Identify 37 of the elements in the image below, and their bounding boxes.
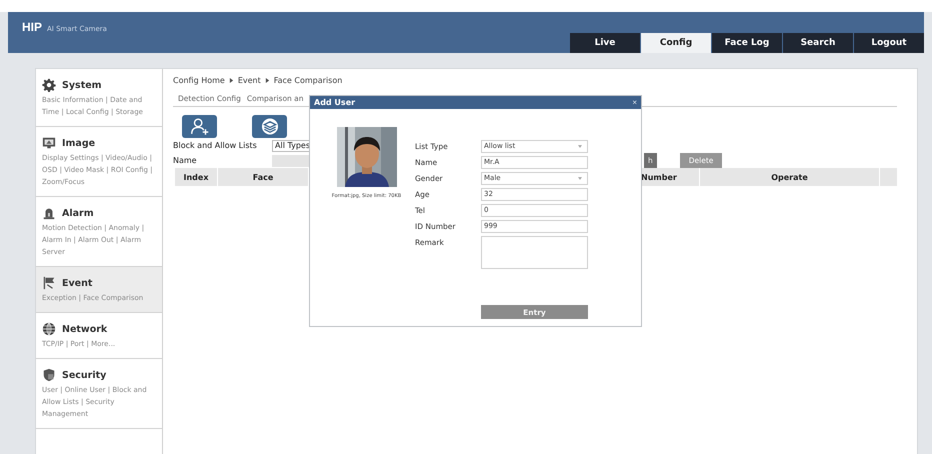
layers-icon bbox=[260, 118, 280, 135]
import-button[interactable] bbox=[252, 115, 287, 138]
monitor-icon bbox=[42, 136, 56, 150]
nav-tab[interactable]: Logout bbox=[854, 33, 924, 53]
breadcrumb-item[interactable]: Event bbox=[238, 76, 261, 84]
name-label: Name bbox=[173, 156, 198, 165]
globe-icon bbox=[42, 322, 56, 336]
gear-icon bbox=[42, 78, 56, 92]
add-user-icon bbox=[188, 118, 210, 135]
caret-icon bbox=[578, 145, 582, 148]
logo: HIP bbox=[22, 20, 42, 34]
flag-icon bbox=[42, 276, 56, 290]
siren-icon bbox=[42, 206, 56, 220]
caret-icon bbox=[578, 177, 582, 180]
list-filter-label: Block and Allow Lists bbox=[173, 141, 258, 150]
section-title: Image bbox=[62, 138, 96, 148]
remark-field[interactable] bbox=[481, 236, 588, 269]
breadcrumb-item[interactable]: Config Home bbox=[173, 76, 225, 84]
column-header: Operate bbox=[700, 168, 880, 186]
section-title: Event bbox=[62, 278, 92, 288]
nav-tab[interactable]: Live bbox=[570, 33, 640, 53]
nav-tab[interactable]: Config bbox=[641, 33, 711, 53]
column-header: Index bbox=[175, 168, 218, 186]
breadcrumb-arrow-icon bbox=[228, 78, 234, 82]
close-button[interactable]: × bbox=[632, 98, 637, 106]
add-user-button[interactable] bbox=[182, 115, 217, 138]
section-title: Network bbox=[62, 324, 108, 334]
breadcrumb-item[interactable]: Face Comparison bbox=[274, 76, 342, 84]
nav-tab[interactable]: Search bbox=[783, 33, 853, 53]
nav-tab[interactable]: Face Log bbox=[712, 33, 782, 53]
breadcrumb-arrow-icon bbox=[264, 78, 270, 82]
section-title: System bbox=[62, 80, 102, 90]
section-title: Alarm bbox=[62, 208, 94, 218]
shield-icon bbox=[42, 368, 56, 382]
section-title: Security bbox=[62, 370, 106, 380]
name-field[interactable] bbox=[272, 154, 311, 166]
dialog-title: Add User bbox=[314, 98, 356, 107]
